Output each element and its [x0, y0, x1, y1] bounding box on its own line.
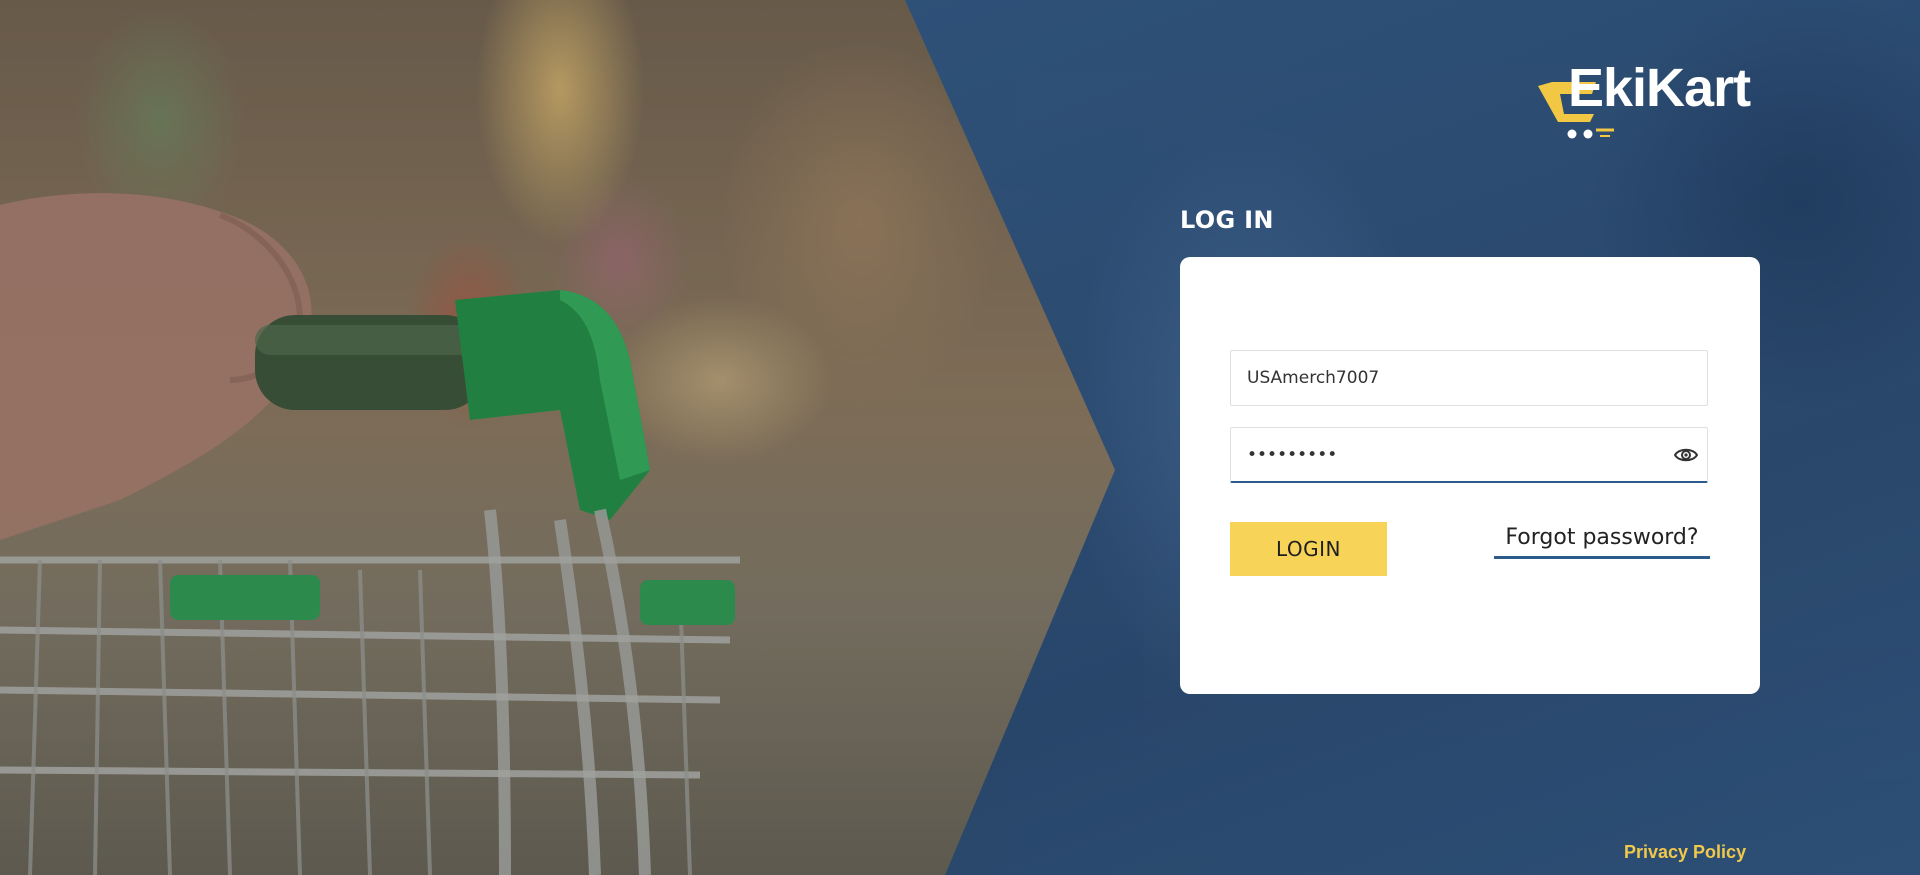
- forgot-password-link[interactable]: Forgot password?: [1494, 525, 1710, 559]
- eye-icon[interactable]: [1673, 442, 1699, 468]
- login-button[interactable]: LOGIN: [1230, 522, 1387, 576]
- password-value[interactable]: •••••••••: [1247, 428, 1337, 481]
- login-card: USAmerch7007 ••••••••• LOGIN Forgot pass…: [1180, 257, 1760, 694]
- brand-logo: EkiKart: [1530, 58, 1770, 139]
- privacy-policy-link[interactable]: Privacy Policy: [1624, 842, 1746, 863]
- page-title: LOG IN: [1180, 206, 1274, 234]
- password-field[interactable]: •••••••••: [1230, 427, 1708, 483]
- username-value[interactable]: USAmerch7007: [1247, 351, 1379, 405]
- brand-name: EkiKart: [1568, 58, 1751, 118]
- login-page: EkiKart LOG IN USAmerch7007 ••••••••• LO…: [0, 0, 1920, 875]
- username-field[interactable]: USAmerch7007: [1230, 350, 1708, 406]
